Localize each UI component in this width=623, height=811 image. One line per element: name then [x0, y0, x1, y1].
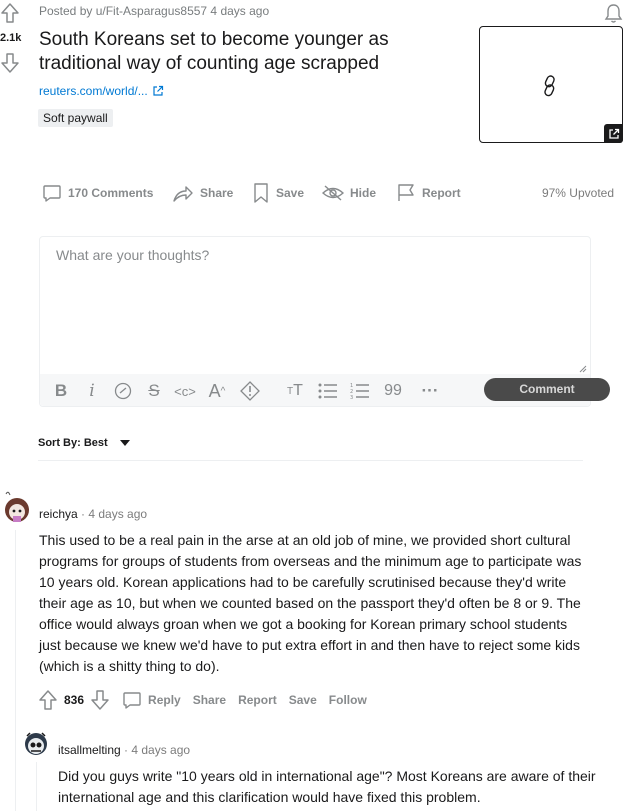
report-button[interactable]: Report — [396, 180, 461, 206]
share-icon — [172, 183, 194, 203]
svg-text:3: 3 — [350, 395, 353, 399]
comment-body: Did you guys write "10 years old in inte… — [58, 768, 596, 805]
more-icon[interactable]: ··· — [419, 380, 441, 402]
comment-author: itsallmelting · 4 days ago — [58, 743, 190, 757]
comment-author: reichya · 4 days ago — [39, 507, 147, 521]
comments-label: 170 Comments — [68, 186, 154, 200]
comment-icon — [42, 183, 62, 203]
italic-icon[interactable]: i — [81, 380, 103, 402]
reply-button[interactable]: Reply — [122, 690, 181, 710]
thread-line[interactable] — [36, 762, 37, 811]
comment-share-button[interactable]: Share — [193, 693, 226, 707]
strikethrough-icon[interactable]: S — [143, 380, 165, 402]
post-link[interactable]: reuters.com/world/... — [39, 84, 164, 98]
comment-username[interactable]: reichya — [39, 507, 78, 521]
external-link-icon — [152, 85, 164, 97]
comment-username[interactable]: itsallmelting — [58, 743, 121, 757]
bulleted-list-icon[interactable] — [317, 380, 339, 402]
resize-handle-icon[interactable] — [579, 365, 587, 373]
upvote-icon[interactable] — [0, 2, 20, 24]
link-icon — [540, 74, 560, 98]
heading-icon[interactable]: TT — [284, 380, 306, 402]
editor-toolbar: B i S <c> A ^ TT 123 99 ··· Comment — [40, 374, 610, 406]
report-label: Report — [422, 186, 461, 200]
comment-icon — [122, 690, 142, 710]
open-external-icon[interactable] — [604, 124, 623, 143]
post-title[interactable]: South Koreans set to become younger as t… — [39, 28, 459, 76]
avatar[interactable] — [2, 490, 30, 526]
bookmark-icon — [252, 182, 270, 204]
hide-label: Hide — [350, 186, 377, 200]
superscript-icon[interactable]: A ^ — [206, 380, 228, 402]
divider — [38, 460, 583, 461]
quote-block-icon[interactable]: 99 — [382, 380, 404, 402]
report-flag-icon — [396, 183, 416, 203]
avatar[interactable] — [22, 730, 50, 760]
hide-button[interactable]: Hide — [322, 180, 376, 206]
share-button[interactable]: Share — [172, 180, 233, 206]
downvote-icon[interactable] — [0, 52, 20, 74]
save-button[interactable]: Save — [252, 180, 304, 206]
post-score: 2.1k — [0, 32, 22, 44]
comment-downvote-icon[interactable] — [90, 689, 110, 711]
numbered-list-icon[interactable]: 123 — [349, 380, 371, 402]
sort-dropdown[interactable]: Sort By: Best — [38, 437, 130, 449]
notification-bell-icon[interactable] — [604, 2, 623, 24]
post-flair[interactable]: Soft paywall — [38, 109, 113, 127]
comment-report-button[interactable]: Report — [238, 693, 277, 707]
comment-timestamp: · 4 days ago — [120, 743, 191, 757]
post-link-text[interactable]: reuters.com/world/... — [39, 84, 148, 98]
spoiler-icon[interactable] — [239, 380, 261, 402]
comment-editor[interactable]: What are your thoughts? B i S <c> A ^ TT … — [39, 236, 610, 407]
post-action-bar: 170 Comments Share Save Hide Report 97% … — [38, 180, 618, 206]
comment-timestamp: · 4 days ago — [77, 507, 148, 521]
reply-label: Reply — [148, 693, 181, 707]
comment-follow-button[interactable]: Follow — [329, 693, 367, 707]
comment-score: 836 — [64, 693, 85, 707]
save-label: Save — [276, 186, 305, 200]
comment-action-bar: 836 Reply Share Report Save Follow — [38, 688, 379, 712]
upvote-ratio: 97% Upvoted — [541, 186, 614, 200]
comment-save-button[interactable]: Save — [289, 693, 317, 707]
comment-body: This used to be a real pain in the arse … — [39, 532, 582, 674]
comment-upvote-icon[interactable] — [38, 689, 58, 711]
bold-icon[interactable]: B — [50, 380, 72, 402]
post-meta: Posted by u/Fit-Asparagus8557 4 days ago — [39, 4, 270, 18]
hide-eye-icon — [322, 184, 344, 202]
caret-down-icon — [119, 440, 130, 446]
share-label: Share — [200, 186, 234, 200]
sort-label: Sort By: Best — [38, 437, 108, 449]
comments-button[interactable]: 170 Comments — [42, 180, 153, 206]
comment-submit-button[interactable]: Comment — [484, 378, 610, 401]
comment-input-placeholder[interactable]: What are your thoughts? — [56, 247, 209, 263]
link-icon[interactable] — [112, 380, 134, 402]
inline-code-icon[interactable]: <c> — [174, 380, 196, 402]
thread-line[interactable] — [15, 530, 16, 811]
